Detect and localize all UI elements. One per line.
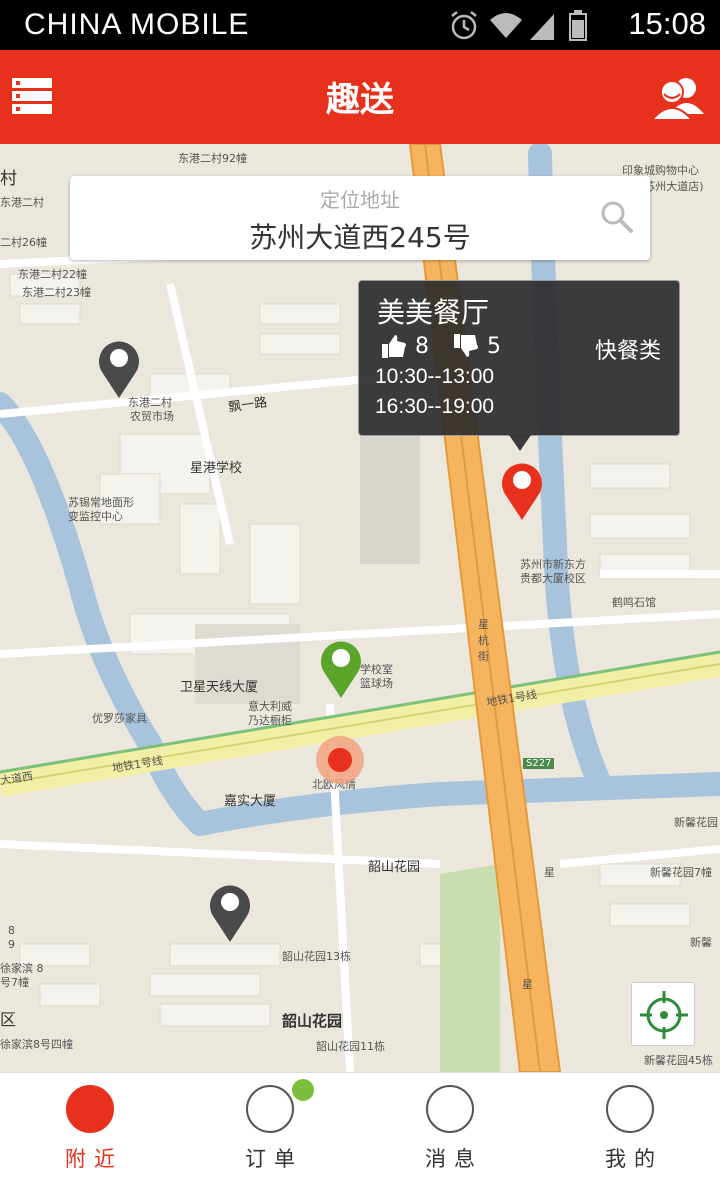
opening-hours: 10:30--13:00 (375, 365, 495, 388)
locate-me-button[interactable] (631, 982, 695, 1046)
tab-orders[interactable]: 订单 (180, 1073, 360, 1184)
app-header: 趣送 (0, 50, 720, 144)
alarm-icon (451, 11, 477, 40)
restaurant-info-popup[interactable]: 美美餐厅 8 5 快餐类 10:30--13:00 16:30--19:00 (358, 280, 680, 451)
map-label: 街 (478, 650, 489, 663)
location-pin-icon[interactable] (96, 338, 142, 400)
search-input[interactable]: 苏州大道西245号 (70, 216, 650, 256)
map-label: 新馨花园 (674, 816, 718, 829)
crosshair-icon (640, 991, 688, 1039)
map-label: 星 (522, 978, 533, 991)
tab-label: 消息 (425, 1147, 483, 1171)
map-label: 徐家滨8号四幢 (0, 1038, 73, 1051)
map-label: S227 (523, 758, 555, 769)
page-title: 趣送 (326, 80, 394, 120)
map-label: 东港二村92幢 (178, 152, 247, 165)
thumbs-down-icon (454, 334, 478, 357)
restaurant-pin-icon[interactable] (499, 460, 545, 522)
map-label: 变监控中心 (68, 510, 123, 523)
current-location-icon (316, 736, 364, 784)
map-label: 韶山花园13栋 (282, 950, 351, 963)
thumbs-up-icon (382, 335, 406, 358)
map-label: 韶山花园 (282, 1012, 343, 1030)
wifi-icon (490, 13, 522, 38)
location-pin-icon[interactable] (207, 882, 253, 944)
restaurant-name: 美美餐厅 (377, 296, 490, 329)
address-search-box[interactable]: 定位地址 苏州大道西245号 (70, 176, 650, 260)
likes-count: 8 (415, 333, 429, 359)
orders-icon (246, 1085, 294, 1133)
map-label: 星 (478, 618, 489, 631)
app-root: { "status_bar": { "carrier": "CHINA MOBI… (0, 0, 720, 1184)
tab-label: 附近 (65, 1147, 123, 1171)
tab-profile[interactable]: 我的 (540, 1073, 720, 1184)
map-label: 8 (8, 924, 15, 937)
status-icons (451, 10, 587, 41)
map-label: 新馨花园7幢 (650, 866, 712, 879)
nearby-icon (66, 1085, 114, 1133)
profile-icon (606, 1085, 654, 1133)
carrier-name: CHINA MOBILE (24, 8, 250, 41)
notification-badge (292, 1079, 314, 1101)
map-label: 韶山花园 (368, 860, 421, 875)
battery-icon (569, 10, 587, 41)
restaurant-category: 快餐类 (594, 339, 661, 364)
signal-icon (530, 14, 554, 40)
map-label: 乃达橱柜 (248, 714, 292, 727)
tab-nearby[interactable]: 附近 (0, 1073, 180, 1184)
map-label: 星 (544, 866, 555, 879)
bottom-nav: 附近 订单 消息 我的 (0, 1072, 720, 1184)
location-pin-icon[interactable] (318, 638, 364, 700)
map-view[interactable]: 东港二村92幢 村 东港二村 二村26幢 东港二村22幢 东港二村23幢 东港二… (0, 144, 720, 1072)
map-label: 卫星天线大厦 (180, 680, 259, 695)
tab-label: 我的 (605, 1147, 663, 1171)
map-label: 韶山花园11栋 (316, 1040, 385, 1053)
map-label: 号7幢 (0, 976, 29, 989)
map-label: 二村26幢 (0, 236, 47, 249)
map-label: 篮球场 (360, 677, 393, 690)
map-label: 东港二村 (0, 196, 44, 209)
clock: 15:08 (628, 6, 706, 41)
map-label: 东港二村23幢 (22, 286, 91, 299)
map-label: 新馨 (690, 936, 712, 949)
dislikes-count: 5 (487, 333, 501, 359)
rating-row: 8 5 (381, 331, 525, 361)
map-label: 新馨花园45栋 (644, 1054, 713, 1067)
tab-label: 订单 (245, 1147, 303, 1171)
map-label: 优罗莎家具 (92, 712, 147, 725)
search-hint: 定位地址 (320, 188, 400, 212)
map-label: 区 (0, 1010, 17, 1029)
status-bar: CHINA MOBILE 15:08 (0, 0, 720, 50)
users-icon[interactable] (650, 74, 706, 120)
messages-icon (426, 1085, 474, 1133)
map-label: 9 (8, 938, 15, 951)
map-label: 东港二村22幢 (18, 268, 87, 281)
map-label: 村 (0, 169, 17, 189)
search-icon[interactable] (600, 200, 634, 234)
map-label: 贵都大厦校区 (520, 572, 586, 585)
map-label: 星港学校 (190, 461, 243, 476)
map-label: 嘉实大厦 (224, 794, 277, 809)
map-label: 杭 (478, 634, 489, 647)
map-label: 鹤鸣石馆 (612, 596, 656, 609)
opening-hours: 16:30--19:00 (375, 395, 495, 418)
map-label: 农贸市场 (130, 410, 174, 423)
tab-messages[interactable]: 消息 (360, 1073, 540, 1184)
